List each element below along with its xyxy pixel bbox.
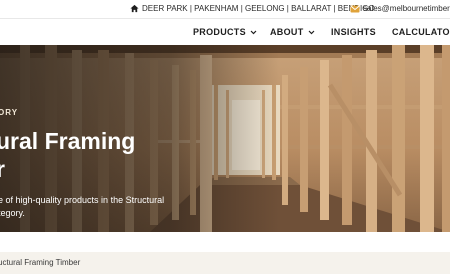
nav-item-about-label: ABOUT: [270, 27, 304, 37]
nav-item-products-label: PRODUCTS: [193, 27, 246, 37]
chevron-down-icon: [250, 30, 257, 34]
breadcrumb-current: uctural Framing Timber: [0, 258, 81, 267]
hero-description-line2: tegory.: [0, 208, 25, 218]
top-utility-bar: DEER PARK | PAKENHAM | GEELONG | BALLARA…: [0, 0, 450, 18]
mail-icon: [350, 5, 360, 12]
hero-banner: ORY ural Framing r e of high-quality pro…: [0, 45, 450, 232]
hero-eyebrow: ORY: [0, 108, 19, 117]
breadcrumb: uctural Framing Timber: [0, 252, 450, 274]
hero-description-line1: e of high-quality products in the Struct…: [0, 195, 165, 205]
nav-item-calculator-label: CALCULATOR: [392, 27, 450, 37]
locations-text: DEER PARK | PAKENHAM | GEELONG | BALLARA…: [142, 4, 375, 13]
locations-bar: DEER PARK | PAKENHAM | GEELONG | BALLARA…: [130, 4, 375, 13]
hero-title-line2: r: [0, 156, 5, 182]
nav-item-insights[interactable]: INSIGHTS: [331, 27, 376, 37]
chevron-down-icon: [308, 30, 314, 34]
hero-title-line1: ural Framing: [0, 128, 136, 154]
nav-item-insights-label: INSIGHTS: [331, 27, 376, 37]
nav-item-products[interactable]: PRODUCTS: [193, 27, 257, 37]
home-icon: [130, 4, 139, 13]
nav-item-about[interactable]: ABOUT: [270, 27, 315, 37]
email-link[interactable]: sales@melbournetimber: [350, 4, 450, 13]
main-nav: PRODUCTS ABOUT INSIGHTS CALCULATOR: [0, 19, 450, 45]
nav-item-calculator[interactable]: CALCULATOR: [392, 27, 450, 37]
email-text[interactable]: sales@melbournetimber: [363, 4, 450, 13]
